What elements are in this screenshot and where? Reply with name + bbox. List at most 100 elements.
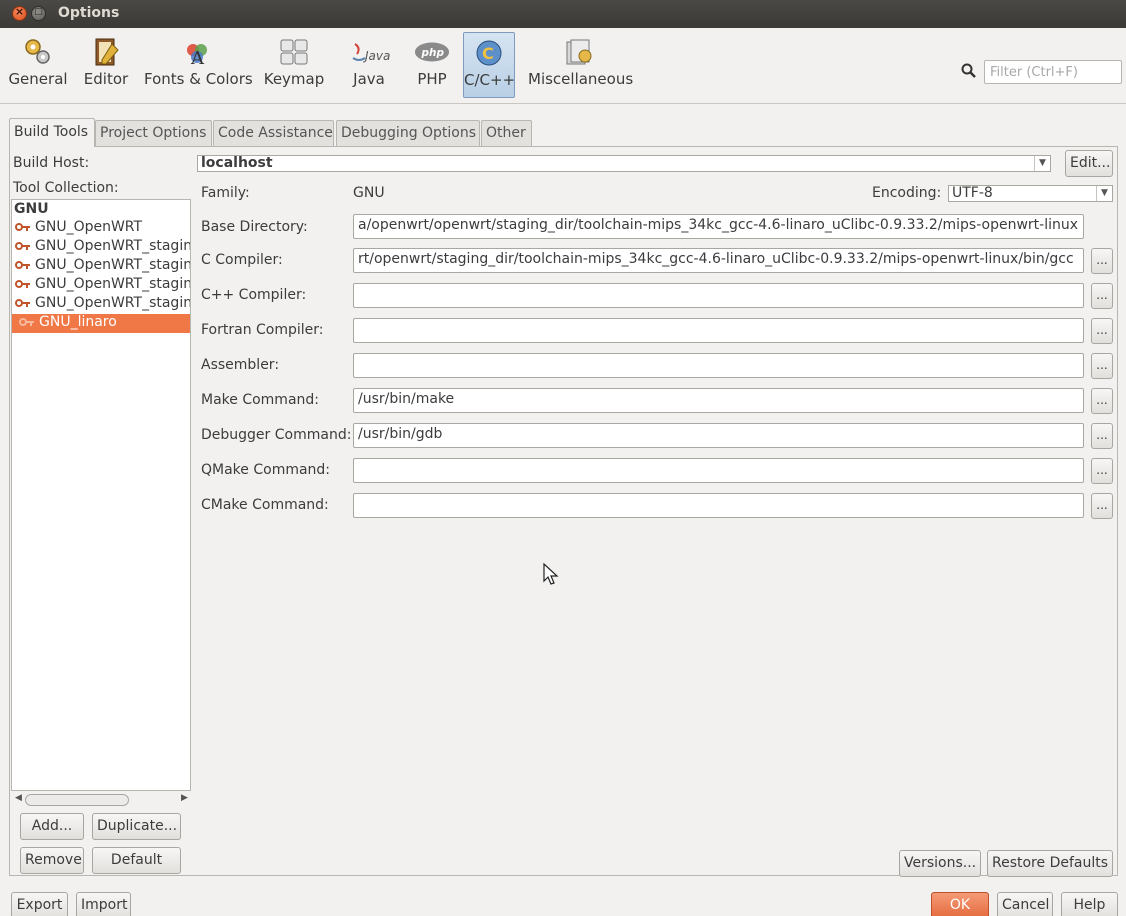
category-label: Miscellaneous [528,70,634,88]
category-label: Fonts & Colors [144,70,253,88]
tab-code-assistance[interactable]: Code Assistance [213,120,334,146]
default-button[interactable]: Default [92,847,181,874]
edit-host-button[interactable]: Edit... [1065,150,1113,177]
build-host-select[interactable]: localhost ▼ [197,155,1051,172]
filter-input[interactable] [984,60,1122,84]
svg-text:Java: Java [363,49,390,63]
category-fonts-colors[interactable]: A Fonts & Colors [144,32,253,98]
make-command-browse-button[interactable]: ... [1091,388,1113,414]
close-icon: × [14,5,25,18]
category-miscellaneous[interactable]: Miscellaneous [528,32,634,98]
encoding-select[interactable]: UTF-8 ▼ [948,185,1113,202]
ok-button[interactable]: OK [931,892,989,916]
fonts-colors-icon: A [187,44,207,68]
help-button[interactable]: Help [1061,892,1118,916]
scroll-left-icon[interactable]: ◀ [15,793,22,803]
tab-debugging-options[interactable]: Debugging Options [336,120,480,146]
c-compiler-browse-button[interactable]: ... [1091,248,1113,274]
close-window-button[interactable]: × [12,5,27,21]
window-title: Options [58,5,120,21]
miscellaneous-icon [566,39,592,65]
qmake-command-label: QMake Command: [201,462,331,478]
scroll-right-icon[interactable]: ▶ [181,793,188,803]
java-icon: Java [352,43,390,63]
family-value: GNU [353,185,385,201]
list-item-label: GNU_OpenWRT_stagin [35,276,190,292]
cancel-button[interactable]: Cancel [997,892,1053,916]
restore-defaults-button[interactable]: Restore Defaults [987,850,1113,877]
c-compiler-field[interactable]: rt/openwrt/staging_dir/toolchain-mips_34… [353,248,1084,273]
cmake-command-browse-button[interactable]: ... [1091,493,1113,519]
category-label: Editor [83,70,129,88]
cpp-compiler-browse-button[interactable]: ... [1091,283,1113,309]
title-bar: × □ Options [0,0,1126,28]
tool-collection-list[interactable]: GNU GNU_OpenWRT GNU_OpenWRT_stagin GNU_O… [11,199,191,791]
fortran-compiler-browse-button[interactable]: ... [1091,318,1113,344]
assembler-field[interactable] [353,353,1084,378]
key-icon [15,261,30,269]
svg-text:C: C [482,44,494,63]
export-button[interactable]: Export [11,892,68,916]
cpp-compiler-label: C++ Compiler: [201,287,307,303]
qmake-command-field[interactable] [353,458,1084,483]
tool-collection-label: Tool Collection: [13,180,119,196]
list-horizontal-scrollbar[interactable]: ◀ ▶ [11,793,191,807]
list-item[interactable]: GNU_OpenWRT_stagin [12,257,190,276]
base-directory-field[interactable]: a/openwrt/openwrt/staging_dir/toolchain-… [353,214,1084,239]
debugger-command-browse-button[interactable]: ... [1091,423,1113,449]
add-button[interactable]: Add... [20,813,84,840]
chevron-down-icon: ▼ [1034,156,1050,171]
duplicate-button[interactable]: Duplicate... [92,813,181,840]
key-icon [15,242,30,250]
base-directory-label: Base Directory: [201,219,308,235]
assembler-label: Assembler: [201,357,280,373]
list-item-label: GNU_OpenWRT_stagin [35,295,190,311]
fortran-compiler-field[interactable] [353,318,1084,343]
list-item-label: GNU_OpenWRT_stagin [35,257,190,273]
category-cpp[interactable]: C C/C++ [463,32,515,98]
keymap-icon [280,39,308,65]
editor-icon [95,38,119,66]
fortran-compiler-label: Fortran Compiler: [201,322,324,338]
remove-button[interactable]: Remove [20,847,84,874]
category-label: Java [353,70,385,88]
list-item[interactable]: GNU_OpenWRT_stagin [12,238,190,257]
search-icon [961,63,976,78]
category-keymap[interactable]: Keymap [263,32,325,98]
cmake-command-field[interactable] [353,493,1084,518]
list-item[interactable]: GNU_OpenWRT_stagin [12,295,190,314]
scroll-thumb[interactable] [25,794,129,806]
list-item[interactable]: GNU_OpenWRT_stagin [12,276,190,295]
versions-button[interactable]: Versions... [899,850,981,877]
import-button[interactable]: Import [76,892,131,916]
php-icon: php [414,42,450,62]
list-item-selected[interactable]: GNU_linaro [12,314,190,333]
list-item[interactable]: GNU_OpenWRT [12,219,190,238]
tab-other[interactable]: Other [481,120,532,146]
key-icon [15,299,30,307]
qmake-command-browse-button[interactable]: ... [1091,458,1113,484]
svg-text:php: php [421,47,445,59]
chevron-down-icon: ▼ [1096,186,1112,201]
category-label: General [8,70,68,88]
tab-build-tools[interactable]: Build Tools [9,118,95,147]
cpp-compiler-field[interactable] [353,283,1084,308]
key-icon [19,318,34,326]
tab-project-options[interactable]: Project Options [95,120,212,146]
cmake-command-label: CMake Command: [201,497,329,513]
debugger-command-field[interactable]: /usr/bin/gdb [353,423,1084,448]
encoding-label: Encoding: [872,185,942,201]
c-compiler-label: C Compiler: [201,252,283,268]
make-command-field[interactable]: /usr/bin/make [353,388,1084,413]
category-editor[interactable]: Editor [80,32,132,98]
category-php[interactable]: php PHP [410,32,454,98]
list-item-label: GNU_OpenWRT [35,219,143,235]
category-label: PHP [417,70,447,88]
maximize-window-button[interactable]: □ [31,6,46,21]
category-java[interactable]: Java Java [340,32,398,98]
key-icon [15,280,30,288]
category-general[interactable]: General [8,32,68,98]
category-label: C/C++ [464,71,516,89]
assembler-browse-button[interactable]: ... [1091,353,1113,379]
build-host-label: Build Host: [13,155,90,171]
